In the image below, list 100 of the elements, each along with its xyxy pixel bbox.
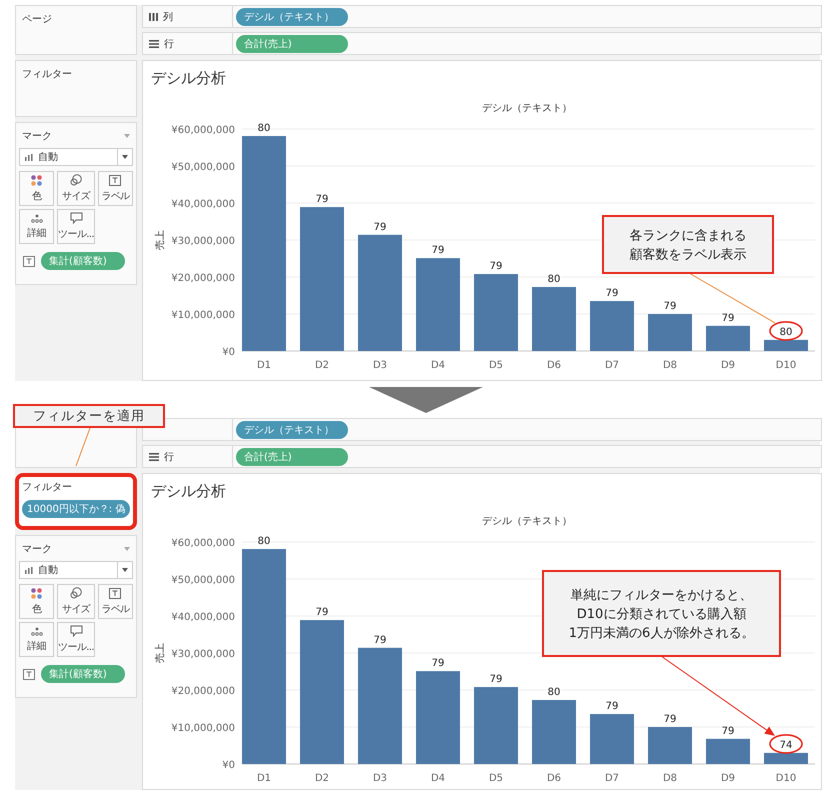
highlight-ellipse [769, 734, 803, 754]
color-dots-icon [31, 588, 42, 598]
data-label: 79 [664, 714, 676, 725]
mark-button[interactable]: サイズ [57, 584, 95, 619]
category-label: D7 [604, 360, 620, 371]
data-label: 79 [374, 222, 386, 233]
size-circles-icon [70, 587, 82, 599]
bar [764, 340, 808, 351]
tick-label: ¥50,000,000 [171, 575, 235, 586]
data-label: 80 [258, 536, 270, 548]
tick-label: ¥30,000,000 [171, 236, 235, 247]
filters-label: フィルター [22, 481, 73, 494]
marks-label: マーク [22, 130, 52, 143]
caret-icon [124, 134, 130, 138]
tick-label: ¥20,000,000 [171, 273, 235, 284]
text-label-icon [23, 668, 35, 680]
data-label: 80 [258, 123, 270, 134]
axis-title: デシル（テキスト） [482, 103, 572, 114]
filters-label: フィルター [22, 68, 73, 81]
data-label: 79 [316, 194, 328, 206]
mark-button[interactable]: サイズ [57, 171, 95, 206]
category-label: D2 [314, 360, 330, 371]
marks-label: マーク [22, 543, 52, 556]
category-label: D8 [662, 360, 678, 371]
tick-label: ¥50,000,000 [171, 162, 235, 173]
rows-icon [149, 452, 159, 460]
tick-label: ¥40,000,000 [171, 199, 235, 210]
tick-label: ¥10,000,000 [171, 310, 235, 321]
data-label: 79 [722, 312, 734, 324]
mark-button[interactable]: ツール... [57, 622, 95, 657]
category-label: D1 [256, 773, 272, 784]
bar [532, 287, 576, 351]
detail-dots-icon [30, 626, 43, 636]
highlight-ellipse [769, 321, 803, 341]
category-label: D9 [720, 773, 736, 784]
mark-button[interactable]: ラベル [98, 584, 133, 619]
text-label-icon [109, 588, 122, 598]
data-label: 79 [606, 701, 618, 712]
mark-type-dropdown[interactable]: 自動 [19, 148, 133, 166]
data-label: 79 [722, 726, 734, 737]
leader-line [75, 428, 91, 466]
category-label: D5 [488, 773, 504, 784]
category-label: D4 [430, 773, 446, 784]
text-label-icon [23, 256, 35, 266]
rows-icon [149, 40, 159, 48]
category-label: D10 [776, 773, 796, 784]
category-label: D8 [662, 773, 678, 784]
category-label: D6 [546, 773, 562, 784]
category-label: D7 [604, 773, 620, 784]
mark-button[interactable]: ツール... [57, 209, 95, 244]
data-label: 79 [490, 674, 502, 686]
category-label: D6 [546, 360, 562, 371]
bar-chart-icon [25, 154, 33, 160]
category-label: D2 [314, 773, 330, 784]
down-arrow-icon [369, 386, 483, 412]
category-label: D10 [776, 360, 796, 371]
callout-text: 単純にフィルターをかけると、 D10に分類されている購入額 1万円未満の6人が除外される。 [568, 588, 754, 641]
data-label: 79 [490, 261, 502, 272]
caret-icon [122, 155, 128, 159]
category-label: D3 [372, 360, 388, 371]
shelf-label: 行 [164, 450, 174, 464]
shelf-label: 行 [164, 38, 174, 50]
bar-chart-icon [25, 566, 33, 574]
mark-button[interactable]: 色 [19, 171, 54, 206]
sheet-title: デシル分析 [150, 481, 227, 502]
tick-label: ¥60,000,000 [171, 125, 235, 136]
mark-button[interactable]: 色 [19, 584, 54, 619]
data-label: 80 [548, 687, 560, 698]
detail-dots-icon [30, 214, 43, 222]
caret-icon [124, 547, 130, 551]
bar [648, 727, 692, 764]
category-label: D5 [488, 360, 504, 371]
mark-button[interactable]: 詳細 [19, 209, 54, 244]
data-label: 79 [374, 634, 386, 646]
tick-label: ¥30,000,000 [171, 649, 235, 660]
callout-text: 各ランクに含まれる 顧客数をラベル表示 [630, 228, 746, 262]
data-label: 79 [432, 245, 444, 256]
data-label: 79 [606, 288, 618, 300]
bar [590, 301, 634, 351]
tick-label: ¥20,000,000 [171, 686, 235, 697]
mark-button[interactable]: 詳細 [19, 622, 54, 657]
shelf-label: 列 [163, 10, 173, 24]
size-circles-icon [70, 174, 82, 186]
text-label-icon [109, 174, 122, 186]
data-label: 80 [780, 326, 792, 338]
data-label: 74 [780, 740, 792, 751]
axis-title: 売上 [155, 230, 166, 250]
speech-bubble-icon [70, 212, 82, 224]
tick-label: ¥0 [222, 760, 235, 771]
bar [532, 700, 576, 764]
speech-bubble-icon [70, 625, 82, 637]
tick-label: ¥60,000,000 [171, 538, 235, 549]
mark-button[interactable]: ラベル [98, 171, 133, 206]
pages-label: ページ [22, 13, 53, 26]
mark-type-dropdown[interactable]: 自動 [19, 561, 133, 579]
data-label: 79 [432, 658, 444, 670]
columns-icon [149, 12, 158, 20]
caret-icon [122, 568, 128, 572]
axis-title: 売上 [155, 643, 166, 663]
color-dots-icon [31, 174, 42, 186]
